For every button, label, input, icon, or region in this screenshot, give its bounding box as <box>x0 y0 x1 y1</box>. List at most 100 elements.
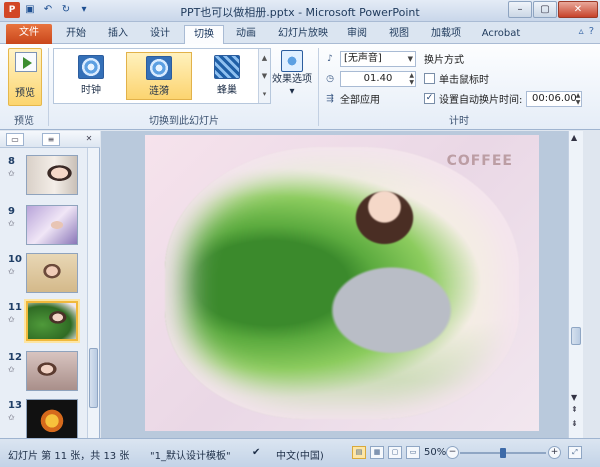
spellcheck-icon[interactable]: ✔ <box>252 447 260 458</box>
theme-name-text[interactable]: "1_默认设计模板" <box>150 447 231 462</box>
zoom-in-icon[interactable]: + <box>548 446 561 459</box>
apply-all-label: 全部应用 <box>340 95 380 106</box>
scroll-up-icon[interactable]: ▲ <box>571 133 577 142</box>
duration-stepper[interactable]: 01.40 ▲ ▼ <box>340 70 416 87</box>
slide-number: 10 <box>8 254 22 265</box>
slide-thumbnail-image <box>26 351 78 391</box>
fit-to-window-icon[interactable]: ⤢ <box>568 446 582 459</box>
slide-thumbnail-13[interactable]: 13 ✩ <box>4 399 82 443</box>
scroll-down-icon[interactable]: ▼ <box>571 393 577 402</box>
ribbon-transitions: 预览 预览 时钟 涟漪 蜂巢 ▲ ▼ ▾ 效果选项 ▾ 切换到此幻灯片 ♪ [无声音… <box>0 44 600 130</box>
maximize-icon[interactable]: ▢ <box>533 1 557 18</box>
sound-dropdown[interactable]: [无声音] ▼ <box>340 50 416 67</box>
tab-review[interactable]: 审阅 <box>340 25 374 44</box>
scrollbar-thumb[interactable] <box>571 327 581 345</box>
title-bar: P ▣ ↶ ↻ ▾ PPT也可以做相册.pptx - Microsoft Pow… <box>0 0 600 22</box>
duration-value: 01.40 <box>363 72 393 84</box>
slideshow-view-icon[interactable]: ▭ <box>406 446 420 459</box>
zoom-out-icon[interactable]: − <box>446 446 459 459</box>
slide-thumbnail-8[interactable]: 8 ✩ <box>4 155 82 199</box>
sound-value: [无声音] <box>344 52 382 64</box>
window-controls: – ▢ ✕ <box>508 1 598 18</box>
language-text[interactable]: 中文(中国) <box>276 447 324 462</box>
panel-tabs: ▭ ≡ ✕ <box>0 131 100 148</box>
slide-thumbnail-10[interactable]: 10 ✩ <box>4 253 82 297</box>
close-icon[interactable]: ✕ <box>558 1 598 18</box>
tab-insert[interactable]: 插入 <box>100 25 136 44</box>
slide-thumbnail-12[interactable]: 12 ✩ <box>4 351 82 395</box>
duration-row: ◷ 01.40 ▲ ▼ <box>324 70 416 87</box>
slide-thumbnail-11[interactable]: 11 ✩ <box>4 301 82 345</box>
tab-design[interactable]: 设计 <box>142 25 178 44</box>
tab-view[interactable]: 视图 <box>382 25 416 44</box>
auto-time-value: 00:06.00 <box>532 92 577 104</box>
slides-tab-icon[interactable]: ▭ <box>6 133 24 146</box>
help-icon[interactable]: ? <box>589 26 594 37</box>
sound-row: ♪ [无声音] ▼ <box>324 50 416 67</box>
auto-time-stepper[interactable]: 00:06.00 ▲ ▼ <box>526 90 583 107</box>
tab-addins[interactable]: 加载项 <box>424 25 468 44</box>
close-panel-icon[interactable]: ✕ <box>80 133 98 146</box>
transition-gallery: 时钟 涟漪 蜂巢 ▲ ▼ ▾ <box>53 48 271 104</box>
transition-clock-label: 时钟 <box>81 85 101 96</box>
gallery-scroll[interactable]: ▲ ▼ ▾ <box>258 49 270 103</box>
tab-home[interactable]: 开始 <box>58 25 94 44</box>
spin-arrows-icon: ▲ ▼ <box>575 91 581 106</box>
effect-options-button[interactable]: 效果选项 ▾ <box>272 48 312 106</box>
normal-view-icon[interactable]: ▤ <box>352 446 366 459</box>
auto-advance-label: 设置自动换片时间: <box>439 95 523 106</box>
honeycomb-transition-icon <box>214 55 240 79</box>
preview-button[interactable]: 预览 <box>8 48 42 106</box>
transition-group-label: 切换到此幻灯片 <box>149 116 219 127</box>
tab-acrobat[interactable]: Acrobat <box>476 25 526 44</box>
transition-star-icon: ✩ <box>8 267 15 276</box>
slide-sorter-view-icon[interactable]: ▦ <box>370 446 384 459</box>
transition-star-icon: ✩ <box>8 169 15 178</box>
current-slide[interactable]: COFFEE <box>145 135 539 431</box>
apply-all-button[interactable]: ⇶ 全部应用 <box>324 90 380 107</box>
slide-thumbnail-image <box>26 205 78 245</box>
tab-animations[interactable]: 动画 <box>228 25 264 44</box>
zoom-slider-thumb[interactable] <box>500 448 506 458</box>
duration-icon: ◷ <box>326 73 334 84</box>
tab-transitions[interactable]: 切换 <box>184 25 224 44</box>
group-separator <box>318 48 319 126</box>
tab-slideshow[interactable]: 幻灯片放映 <box>272 25 334 44</box>
on-click-option[interactable]: 单击鼠标时 <box>424 70 489 87</box>
transition-ripple[interactable]: 涟漪 <box>126 52 192 100</box>
slide-thumbnail-image <box>26 399 78 439</box>
outline-tab-icon[interactable]: ≡ <box>42 133 60 146</box>
zoom-slider[interactable] <box>460 448 546 458</box>
slide-number: 9 <box>8 206 15 217</box>
slide-thumbnail-9[interactable]: 9 ✩ <box>4 205 82 249</box>
timing-group-label: 计时 <box>449 116 469 127</box>
slide-number: 13 <box>8 400 22 411</box>
effect-options-icon <box>281 50 303 72</box>
on-click-checkbox[interactable] <box>424 73 435 84</box>
transition-honeycomb[interactable]: 蜂巢 <box>194 52 260 100</box>
collapse-ribbon-icon[interactable]: ▵ <box>579 26 584 37</box>
advance-slide-settings: 换片方式 单击鼠标时 ✓ 设置自动换片时间: 00:06.00 ▲ ▼ <box>424 48 594 108</box>
scrollbar-thumb[interactable] <box>89 348 98 408</box>
tab-file[interactable]: 文件 <box>6 24 52 44</box>
chevron-down-icon: ▼ <box>407 54 413 63</box>
slide-scrollbar[interactable]: ▲ ▼ ⇞ ⇟ <box>568 131 583 438</box>
effect-options-label: 效果选项 <box>272 74 312 85</box>
thumbnail-scrollbar[interactable] <box>87 148 99 438</box>
auto-advance-option[interactable]: ✓ 设置自动换片时间: 00:06.00 ▲ ▼ <box>424 90 583 107</box>
minimize-icon[interactable]: – <box>508 1 532 18</box>
transition-clock[interactable]: 时钟 <box>58 52 124 100</box>
zoom-level-text[interactable]: 50% <box>424 447 446 458</box>
reading-view-icon[interactable]: ▢ <box>388 446 402 459</box>
group-separator <box>48 48 49 126</box>
transition-star-icon: ✩ <box>8 219 15 228</box>
auto-advance-checkbox[interactable]: ✓ <box>424 93 435 104</box>
timing-settings: ♪ [无声音] ▼ ◷ 01.40 ▲ ▼ ⇶ 全部应用 <box>324 48 416 108</box>
transition-star-icon: ✩ <box>8 315 15 324</box>
status-bar: 幻灯片 第 11 张，共 13 张 "1_默认设计模板" ✔ 中文(中国) ▤ … <box>0 438 600 467</box>
previous-slide-icon[interactable]: ⇞ <box>571 405 578 414</box>
preview-group-label: 预览 <box>14 116 34 127</box>
slide-thumbnail-image <box>26 155 78 195</box>
slide-thumbnails-panel: ▭ ≡ ✕ 8 ✩ 9 ✩ 10 ✩ 11 ✩ 12 ✩ 13 ✩ <box>0 131 100 439</box>
next-slide-icon[interactable]: ⇟ <box>571 419 578 428</box>
